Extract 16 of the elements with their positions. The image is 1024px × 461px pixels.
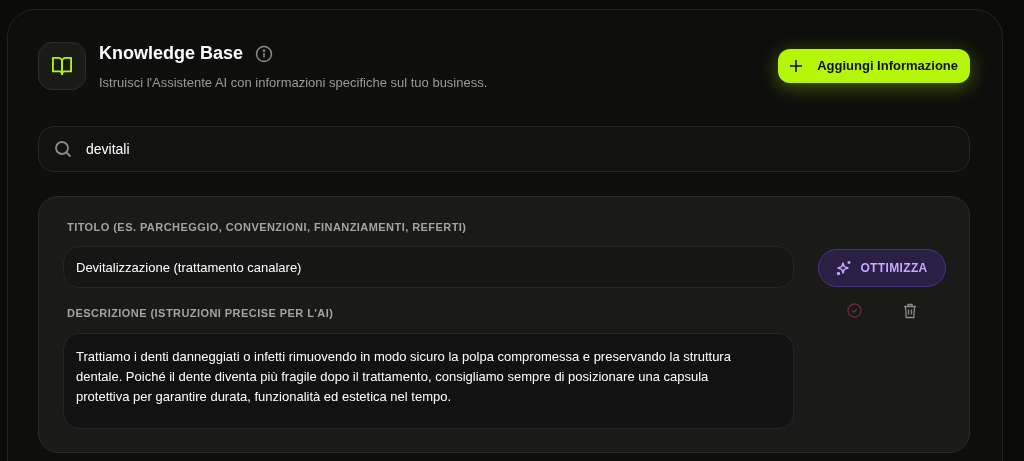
check-circle-icon[interactable]: [846, 302, 862, 318]
book-icon: [38, 42, 86, 91]
trash-icon[interactable]: [903, 302, 918, 319]
optimize-button[interactable]: OTTIMIZZA: [818, 248, 946, 287]
field-label: DESCRIZIONE (ISTRUZIONI PRECISE PER L'AI): [67, 306, 335, 321]
description-field[interactable]: Trattiamo i denti danneggiati o infetti rimuovendo in modo sicuro la polpa compromessa e preservando la struttura dentale. Poiché il dente diventa più fragile dopo il trattamento, consigliamo sempre di posizionare una capsula protettiva per garantire durata, funzionalità ed estetica nel tempo.: [63, 332, 794, 429]
info-icon: [255, 44, 274, 63]
plus-icon: [790, 60, 803, 72]
field-label: TITOLO (ES. PARCHEGGIO, CONVENZIONI, FINANZIAMENTI, REFERTI): [67, 219, 468, 235]
sparkle-icon: [836, 259, 853, 276]
search-icon: [54, 139, 72, 158]
add-information-button[interactable]: Aggiungi Informazione: [778, 49, 970, 83]
page-subtitle: Istruisci l'Assistente AI con informazioni specifiche sul tuo business.: [99, 74, 488, 92]
search-field[interactable]: devitali: [38, 125, 970, 172]
title-field[interactable]: Devitalizzazione (trattamento canalare): [63, 246, 794, 288]
page-title: Knowledge Base: [99, 42, 244, 65]
